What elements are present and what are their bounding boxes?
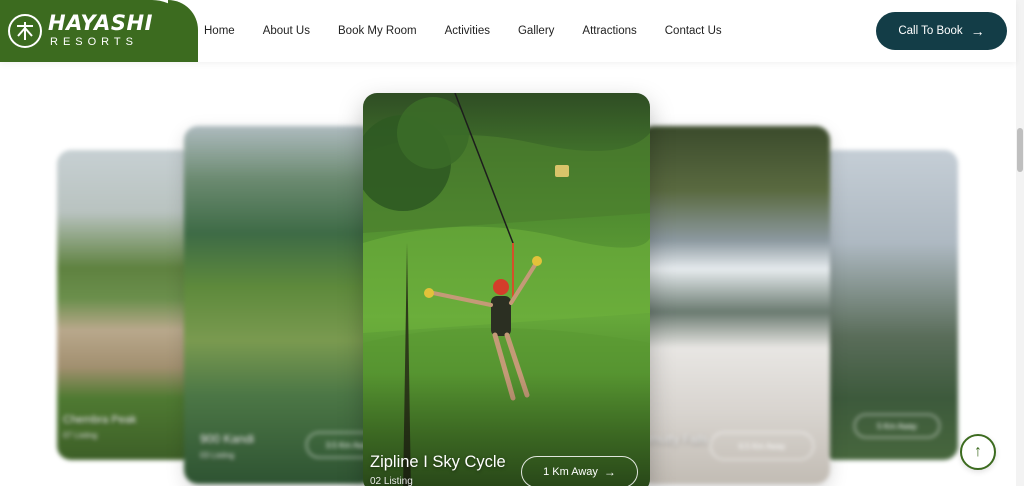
page-scrollbar[interactable] [1016,0,1024,486]
card-sub: 02 Listing [370,476,413,486]
distance-pill[interactable]: 5 Km Away [854,414,940,438]
card-title: Chembra Peak [63,414,137,426]
arrow-up-icon: ↑ [974,443,982,460]
attraction-card-chembra-peak[interactable]: Chembra Peak 07 Listing [57,150,197,460]
attraction-card-zipline[interactable]: Zipline I Sky Cycle 02 Listing 1 Km Away… [363,93,650,486]
nav-about-us[interactable]: About Us [263,25,310,37]
nav-gallery[interactable]: Gallery [518,25,554,37]
arrow-right-icon: → [970,23,985,39]
nav-contact-us[interactable]: Contact Us [665,25,722,37]
site-header: HAYASHI RESORTS Home About Us Book My Ro… [0,0,1016,62]
nav-home[interactable]: Home [204,25,235,37]
brand-sub: RESORTS [50,36,138,48]
attraction-card-glass-bridge[interactable]: 5 Km Away [820,150,958,460]
card-title: Meenmutty Falls [640,432,709,446]
nav-book-my-room[interactable]: Book My Room [338,25,417,37]
zipline-scene-image [363,93,650,486]
call-to-book-button[interactable]: Call To Book → [876,12,1007,50]
card-title: Zipline I Sky Cycle [370,453,506,471]
brand-name: HAYASHI [48,11,153,35]
distance-pill[interactable]: 1 Km Away → [521,456,638,486]
back-to-top-button[interactable]: ↑ [960,434,996,470]
attraction-card-meenmutty-falls[interactable]: Meenmutty Falls 6.5 Km Away [640,126,830,484]
scrollbar-thumb[interactable] [1017,128,1023,172]
card-sub: 07 Listing [63,431,98,440]
main-nav: Home About Us Book My Room Activities Ga… [190,0,750,62]
attraction-card-900-kandi[interactable]: 900 Kandi 03 Listing 3.5 Km Away [184,126,374,484]
card-sub: 03 Listing [200,451,235,460]
cta-label: Call To Book [898,25,963,37]
card-title: 900 Kandi [200,432,255,446]
arrow-right-icon: → [603,465,616,479]
logo[interactable]: HAYASHI RESORTS [0,0,198,62]
distance-pill[interactable]: 6.5 Km Away [710,432,814,460]
logo-tree-icon [8,14,42,48]
nav-activities[interactable]: Activities [445,25,490,37]
nav-attractions[interactable]: Attractions [582,25,636,37]
